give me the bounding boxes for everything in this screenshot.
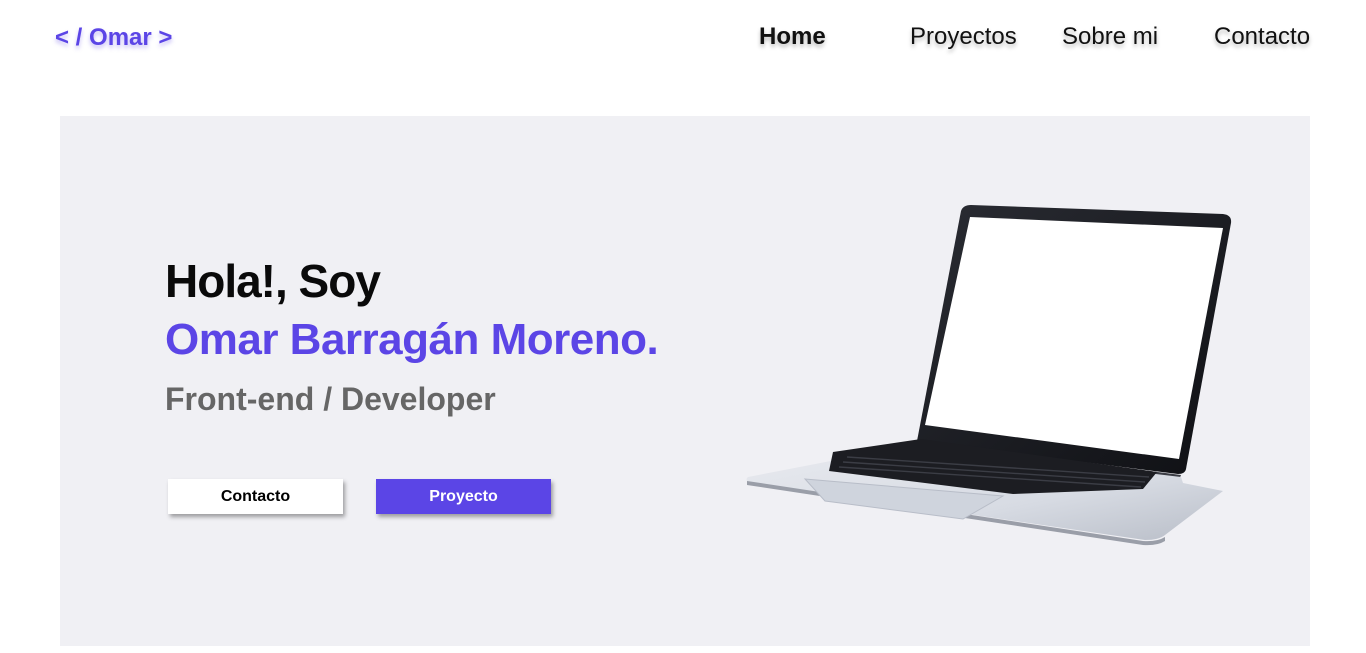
navbar: < / Omar > Home Proyectos Sobre mi Conta… [0,0,1366,80]
nav-link-proyectos[interactable]: Proyectos [910,23,1017,51]
nav-link-contacto[interactable]: Contacto [1214,23,1310,51]
proyecto-button[interactable]: Proyecto [376,479,551,514]
nav-link-home[interactable]: Home [759,23,826,51]
hero-name: Omar Barragán Moreno. [165,315,659,364]
logo-link[interactable]: < / Omar > [55,24,172,52]
nav-link-sobre-mi[interactable]: Sobre mi [1062,23,1158,51]
contacto-button[interactable]: Contacto [168,479,343,514]
laptop-image [746,205,1232,546]
hero-role: Front-end / Developer [165,381,496,417]
hero-greeting: Hola!, Soy [165,255,381,307]
hero-section: Hola!, Soy Omar Barragán Moreno. Front-e… [60,116,1310,646]
